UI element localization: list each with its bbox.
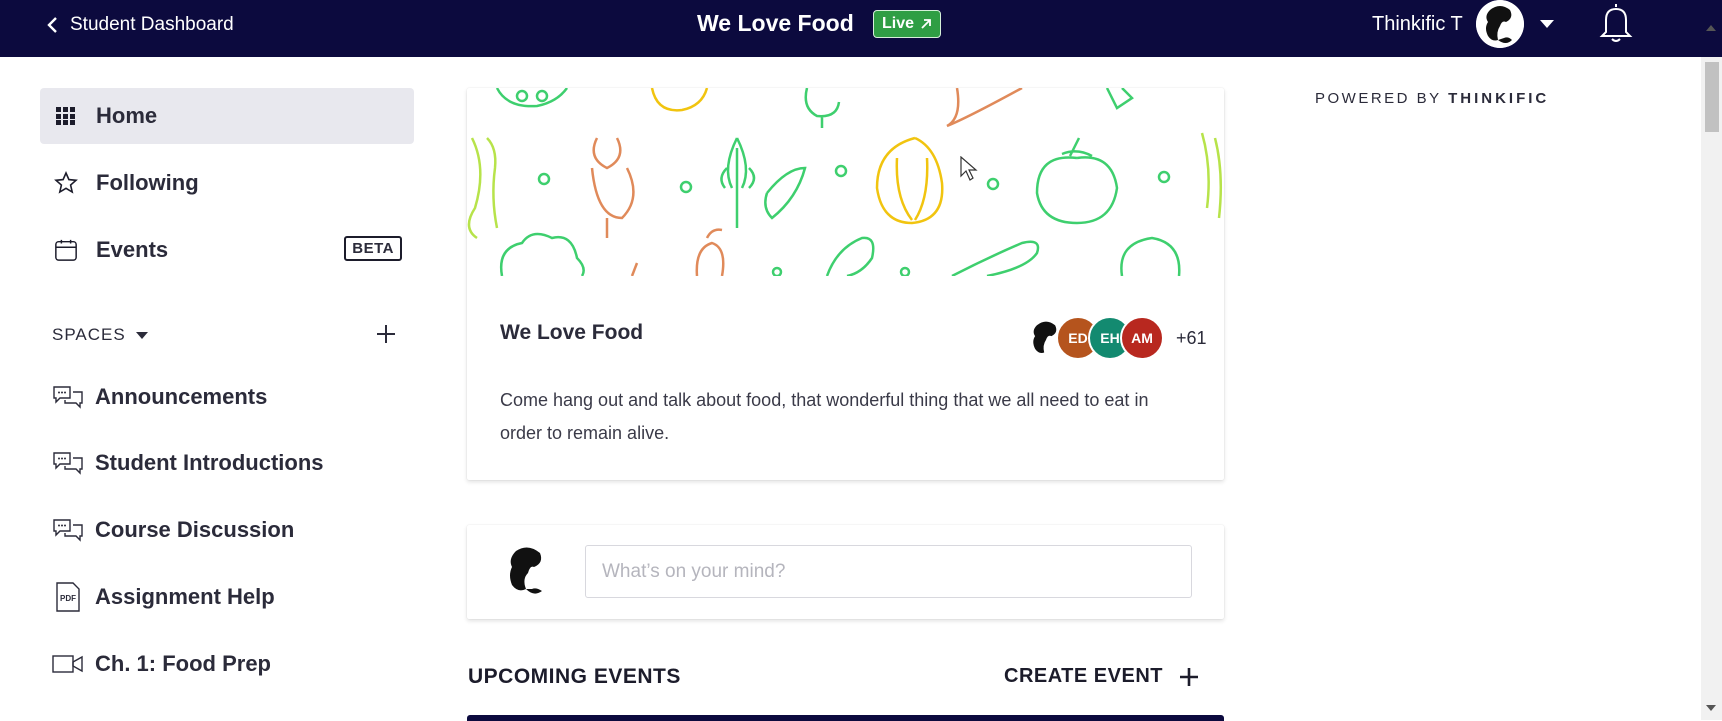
calendar-icon [54, 238, 78, 262]
chevron-left-icon [47, 17, 57, 33]
space-item-label: Course Discussion [95, 517, 295, 542]
member-avatars[interactable]: ED EH AM +61 [1024, 315, 1207, 361]
sidebar-item-following[interactable]: Following [40, 155, 414, 211]
spaces-header[interactable]: SPACES [52, 325, 148, 345]
sidebar-item-events[interactable]: Events BETA [40, 222, 414, 278]
community-name: We Love Food [500, 321, 644, 344]
scroll-up-arrow-icon[interactable] [1706, 25, 1716, 31]
spaces-label: SPACES [52, 325, 126, 344]
star-icon [54, 171, 78, 195]
space-item-assignment-help[interactable]: PDF Assignment Help [52, 577, 275, 617]
pdf-icon: PDF [52, 582, 84, 612]
video-icon [52, 650, 84, 678]
back-to-dashboard-link[interactable]: Student Dashboard [46, 0, 234, 50]
space-item-food-prep[interactable]: Ch. 1: Food Prep [52, 644, 271, 684]
powered-prefix: POWERED BY [1315, 90, 1442, 107]
mouse-cursor-icon [960, 156, 978, 181]
member-initials: EH [1100, 330, 1120, 346]
plus-icon [1179, 667, 1198, 686]
event-card-top[interactable] [467, 715, 1224, 721]
notification-bell-icon[interactable] [1598, 0, 1634, 44]
sidebar-item-label: Events [96, 237, 169, 262]
create-event-button[interactable]: CREATE EVENT [1004, 665, 1199, 688]
powered-by-thinkific[interactable]: POWERED BY THINKIFIC [1315, 90, 1549, 107]
powered-brand: THINKIFIC [1448, 90, 1550, 107]
chat-bubbles-icon [52, 383, 84, 411]
space-item-label: Announcements [95, 384, 268, 409]
member-count: +61 [1176, 327, 1207, 348]
space-item-announcements[interactable]: Announcements [52, 377, 267, 417]
beta-badge: BETA [344, 236, 402, 261]
community-banner-image [467, 88, 1224, 276]
community-description: Come hang out and talk about food, that … [500, 390, 1149, 443]
chat-bubbles-icon [52, 516, 84, 544]
member-initials: ED [1068, 330, 1088, 346]
site-title: We Love Food [697, 10, 854, 36]
page-scrollbar[interactable] [1701, 57, 1722, 720]
post-composer-card [467, 525, 1224, 619]
sidebar-item-home[interactable]: Home [40, 88, 414, 144]
live-badge[interactable]: Live [873, 10, 942, 38]
live-label: Live [882, 15, 915, 32]
space-item-label: Assignment Help [95, 584, 275, 609]
svg-text:PDF: PDF [60, 594, 76, 603]
scroll-down-arrow-icon[interactable] [1706, 705, 1716, 711]
sidebar-item-label: Home [96, 103, 158, 128]
space-item-student-introductions[interactable]: Student Introductions [52, 443, 324, 483]
chevron-down-icon [135, 331, 148, 339]
avatar-silhouette-icon [510, 547, 542, 594]
external-arrow-icon [921, 19, 931, 29]
post-composer-input[interactable] [585, 545, 1192, 598]
member-initials: AM [1131, 330, 1153, 346]
space-item-course-discussion[interactable]: Course Discussion [52, 510, 294, 550]
scrollbar-thumb[interactable] [1705, 62, 1719, 132]
user-name[interactable]: Thinkific T [1372, 13, 1463, 36]
chat-bubbles-icon [52, 449, 84, 477]
space-item-label: Student Introductions [95, 450, 324, 475]
create-event-label: CREATE EVENT [1004, 665, 1163, 687]
grid-icon [54, 104, 78, 128]
space-item-label: Ch. 1: Food Prep [95, 651, 271, 676]
avatar [500, 543, 556, 599]
user-menu-caret-icon[interactable] [1540, 20, 1554, 28]
upcoming-events-title: UPCOMING EVENTS [468, 665, 681, 688]
sidebar-item-label: Following [96, 170, 199, 195]
user-avatar[interactable] [1476, 0, 1524, 48]
back-label: Student Dashboard [70, 14, 234, 35]
top-bar: Student Dashboard We Love Food Live Thin… [0, 0, 1722, 57]
avatar: AM [1120, 316, 1164, 360]
community-card: We Love Food ED EH AM +61 Come hang out … [467, 88, 1224, 480]
avatar-silhouette-icon [1476, 0, 1524, 48]
add-space-plus-icon[interactable] [374, 322, 398, 346]
